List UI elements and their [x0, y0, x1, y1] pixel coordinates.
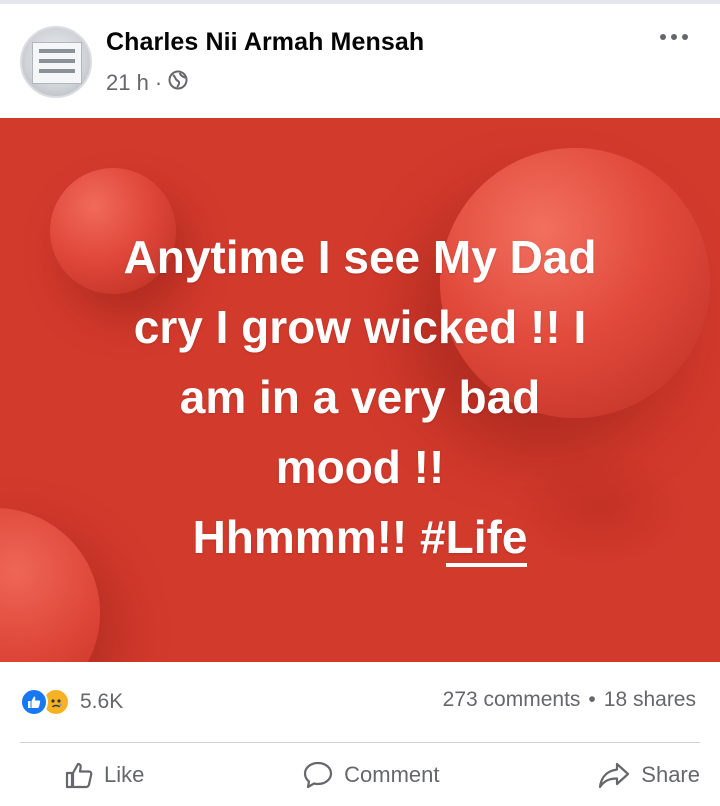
author-name[interactable]: Charles Nii Armah Mensah — [106, 28, 424, 57]
post-text-line: Anytime I see My Dad — [123, 231, 597, 283]
comment-label: Comment — [344, 762, 440, 787]
comment-button[interactable]: Comment — [302, 760, 440, 790]
post-meta: 21 h · — [106, 70, 188, 96]
post-text-last: Hhmmm!! — [192, 511, 421, 563]
like-button[interactable]: Like — [64, 760, 144, 790]
comment-icon — [304, 761, 333, 789]
hashtag-link[interactable]: Life — [445, 511, 528, 567]
hashtag-symbol: # — [420, 511, 446, 563]
post-header: Charles Nii Armah Mensah 21 h · — [0, 4, 720, 118]
shares-count[interactable]: 18 shares — [604, 688, 696, 712]
avatar-image — [32, 42, 82, 84]
share-button[interactable]: Share — [597, 760, 700, 790]
timestamp[interactable]: 21 h — [106, 70, 149, 96]
share-label: Share — [641, 762, 700, 787]
meta-separator: · — [154, 70, 163, 95]
actions-divider — [20, 742, 700, 743]
post-text-line: mood !! — [275, 441, 445, 493]
reactions-summary[interactable]: 5.6K — [20, 688, 123, 716]
engagement-counts: 273 comments • 18 shares — [443, 688, 696, 712]
post-text-line: cry I grow wicked !! I — [133, 301, 587, 353]
more-options-icon[interactable] — [660, 34, 688, 40]
post-text: Anytime I see My Dad cry I grow wicked !… — [50, 222, 670, 572]
post-text-line: Hhmmm!! #Life — [50, 502, 670, 572]
post-text-line: am in a very bad — [179, 371, 541, 423]
thumbs-up-icon — [65, 762, 93, 789]
avatar[interactable] — [20, 26, 92, 98]
globe-icon — [168, 70, 188, 96]
post-image[interactable]: Anytime I see My Dad cry I grow wicked !… — [0, 118, 720, 662]
like-label: Like — [104, 762, 145, 787]
comments-count[interactable]: 273 comments — [443, 688, 581, 712]
post-stats: 5.6K 273 comments • 18 shares — [0, 662, 720, 742]
action-bar: Like Comment Share — [0, 744, 720, 806]
like-reaction-icon — [20, 688, 48, 716]
reaction-count: 5.6K — [80, 690, 124, 713]
counts-separator: • — [588, 688, 596, 711]
share-icon — [599, 762, 630, 789]
